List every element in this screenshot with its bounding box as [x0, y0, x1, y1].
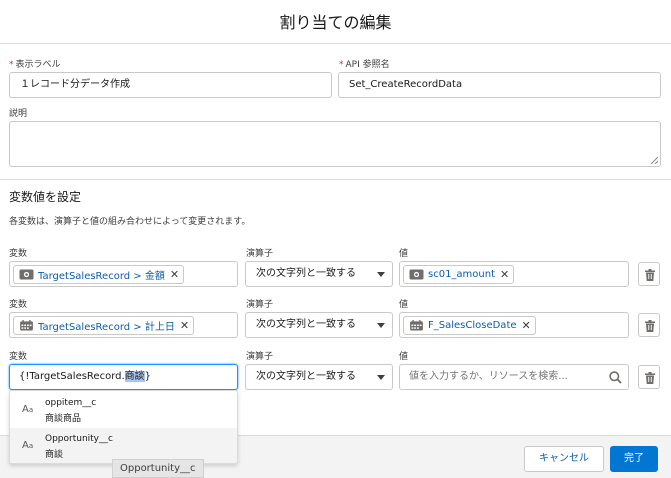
operator-select[interactable]: 次の文字列と一致する [245, 261, 393, 287]
section-description: 各変数は、演算子と値の組み合わせによって変更されます。 [9, 217, 251, 227]
trash-icon [645, 269, 655, 281]
trash-icon [645, 372, 655, 384]
remove-pill-icon[interactable]: ✕ [522, 320, 531, 331]
variable-label: 変数 [9, 249, 28, 259]
operator-label: 演算子 [246, 352, 274, 362]
done-button[interactable]: 完了 [610, 446, 658, 472]
api-name-input[interactable]: Set_CreateRecordData [338, 72, 661, 98]
list-item[interactable]: Aa oppitem__c 商談商品 [10, 392, 237, 428]
value-field[interactable]: F_SalesCloseDate ✕ [399, 312, 629, 338]
suggestion-name: Opportunity__c [45, 434, 113, 444]
variable-field[interactable]: TargetSalesRecord > 計上日 ✕ [9, 312, 238, 338]
suggestion-subtitle: 商談商品 [45, 414, 82, 424]
chevron-down-icon [377, 272, 385, 277]
value-pill[interactable]: F_SalesCloseDate ✕ [403, 316, 536, 335]
suggestion-subtitle: 商談 [45, 450, 64, 460]
value-label: 値 [399, 249, 409, 259]
operator-select[interactable]: 次の文字列と一致する [245, 364, 393, 390]
label-field-input[interactable]: １レコード分データ作成 [9, 72, 332, 98]
operator-label: 演算子 [246, 300, 274, 310]
variable-search-input[interactable]: {!TargetSalesRecord.商談} [9, 364, 238, 390]
api-field-label: * API 参照名 [339, 60, 390, 70]
variable-input-selection: 商談 [124, 371, 145, 382]
description-textarea[interactable] [9, 121, 661, 167]
suggestion-name: oppitem__c [45, 398, 97, 408]
label-field-label: * 表示ラベル [9, 60, 61, 70]
currency-icon [409, 269, 424, 280]
variable-pill-text: TargetSalesRecord > 計上日 [38, 322, 175, 333]
section-divider [0, 179, 671, 180]
delete-row-button[interactable] [638, 262, 660, 286]
description-label: 説明 [9, 109, 28, 119]
currency-icon [19, 269, 34, 280]
operator-select-value: 次の文字列と一致する [256, 268, 356, 279]
resize-handle-icon[interactable] [650, 156, 658, 164]
value-field[interactable]: sc01_amount ✕ [399, 261, 629, 287]
calendar-icon [410, 320, 423, 331]
cancel-button[interactable]: キャンセル [524, 446, 604, 472]
value-search-input[interactable]: 値を入力するか、リソースを検索... [399, 364, 629, 390]
chevron-down-icon [377, 375, 385, 380]
value-pill-text: F_SalesCloseDate [428, 320, 517, 331]
tooltip: Opportunity__c [112, 459, 204, 478]
operator-select[interactable]: 次の文字列と一致する [245, 312, 393, 338]
modal-title: 割り当ての編集 [279, 13, 392, 32]
operator-label: 演算子 [246, 249, 274, 259]
variable-pill[interactable]: TargetSalesRecord > 金額 ✕ [13, 265, 185, 284]
modal-header: 割り当ての編集 [0, 0, 671, 44]
variable-label: 変数 [9, 300, 28, 310]
value-pill-text: sc01_amount [428, 269, 496, 280]
chevron-down-icon [377, 323, 385, 328]
remove-pill-icon[interactable]: ✕ [170, 269, 179, 280]
resource-suggestion-list: Aa oppitem__c 商談商品 Aa Opportunity__c 商談 [9, 390, 238, 464]
text-type-icon: Aa [22, 404, 34, 415]
section-title: 変数値を設定 [9, 190, 82, 204]
variable-input-prefix: {!TargetSalesRecord. [19, 371, 125, 382]
variable-label: 変数 [9, 352, 28, 362]
value-label: 値 [399, 300, 409, 310]
search-icon[interactable] [609, 371, 622, 384]
variable-pill[interactable]: TargetSalesRecord > 計上日 ✕ [13, 316, 195, 335]
variable-field[interactable]: TargetSalesRecord > 金額 ✕ [9, 261, 238, 287]
variable-pill-text: TargetSalesRecord > 金額 [38, 271, 165, 282]
remove-pill-icon[interactable]: ✕ [500, 269, 509, 280]
variable-input-suffix: } [144, 371, 152, 382]
value-search-placeholder: 値を入力するか、リソースを検索... [409, 371, 568, 382]
value-label: 値 [399, 352, 409, 362]
operator-select-value: 次の文字列と一致する [256, 319, 356, 330]
operator-select-value: 次の文字列と一致する [256, 371, 356, 382]
delete-row-button[interactable] [638, 365, 660, 389]
trash-icon [645, 320, 655, 332]
text-type-icon: Aa [22, 440, 34, 451]
delete-row-button[interactable] [638, 313, 660, 337]
value-pill[interactable]: sc01_amount ✕ [403, 265, 515, 284]
remove-pill-icon[interactable]: ✕ [180, 320, 189, 331]
calendar-icon [20, 320, 33, 331]
